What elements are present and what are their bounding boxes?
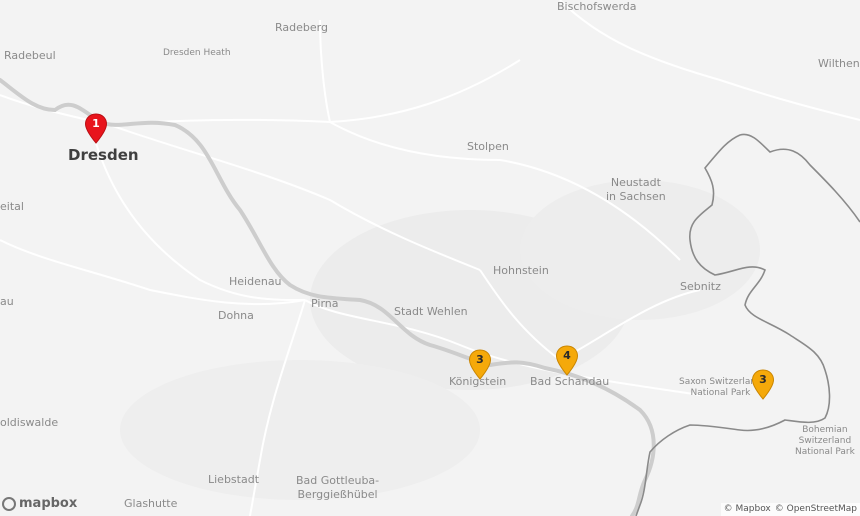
mapbox-logo-text: mapbox xyxy=(19,496,78,511)
place-label-bad-schandau: Bad Schandau xyxy=(530,375,610,388)
place-label-pirna: Pirna xyxy=(311,297,339,310)
map-marker[interactable]: 4 xyxy=(555,345,579,377)
place-label-bohemian-switzerland: Bohemian Switzerland National Park xyxy=(795,425,855,457)
place-label-liebstadt: Liebstadt xyxy=(208,473,260,486)
place-label-saxon-switzerland: Saxon Switzerland National Park xyxy=(679,377,762,398)
map-attribution: © Mapbox © OpenStreetMap xyxy=(720,503,860,516)
map-marker[interactable]: 1 xyxy=(84,113,108,145)
map-marker[interactable]: 3 xyxy=(468,349,492,381)
place-label-stolpen: Stolpen xyxy=(467,140,509,153)
map-canvas[interactable]: Radebeul Radeberg Bischofswerda Wilthen … xyxy=(0,0,860,516)
place-label-bad-gottleuba: Bad Gottleuba- Berggießhübel xyxy=(296,474,380,501)
marker-count: 3 xyxy=(759,373,767,386)
place-label-dippoldiswalde: oldiswalde xyxy=(0,416,59,429)
map-marker[interactable]: 3 xyxy=(751,369,775,401)
place-label-dresden-heath: Dresden Heath xyxy=(163,48,231,58)
marker-count: 3 xyxy=(476,353,484,366)
marker-count: 1 xyxy=(92,117,100,130)
mapbox-logo-icon xyxy=(2,496,16,511)
place-label-au: au xyxy=(0,295,14,308)
place-label-dresden: Dresden xyxy=(68,146,139,164)
marker-count: 4 xyxy=(563,349,571,362)
place-label-sebnitz: Sebnitz xyxy=(680,280,721,293)
place-label-tal: eital xyxy=(0,200,24,213)
attribution-osm-link[interactable]: © OpenStreetMap xyxy=(775,503,857,516)
map-basemap xyxy=(0,0,860,516)
place-label-wilthen: Wilthen xyxy=(818,57,860,70)
place-label-dohna: Dohna xyxy=(218,309,254,322)
place-label-hohnstein: Hohnstein xyxy=(493,264,549,277)
attribution-mapbox-link[interactable]: © Mapbox xyxy=(724,503,771,516)
mapbox-logo[interactable]: mapbox xyxy=(2,496,77,511)
place-label-glashutte: Glashutte xyxy=(124,497,178,510)
place-label-radebeul: Radebeul xyxy=(4,49,56,62)
place-label-stadt-wehlen: Stadt Wehlen xyxy=(394,305,468,318)
place-label-neustadt: Neustadt in Sachsen xyxy=(606,176,666,203)
place-label-radeberg: Radeberg xyxy=(275,21,328,34)
place-label-heidenau: Heidenau xyxy=(229,275,282,288)
place-label-bischofswerda: Bischofswerda xyxy=(557,0,637,13)
